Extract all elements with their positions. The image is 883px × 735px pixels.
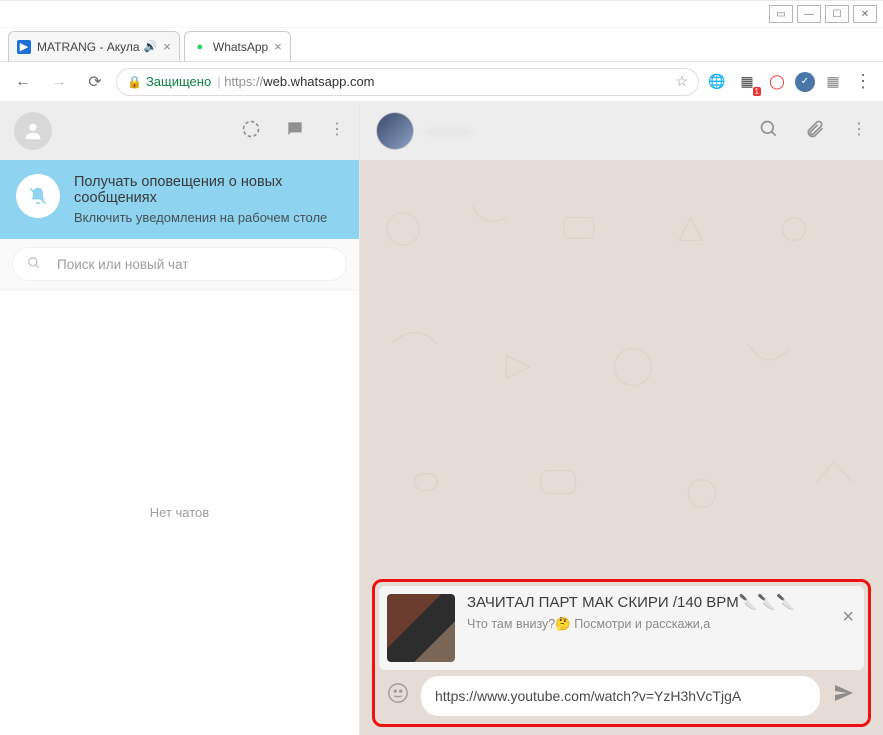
extension-adblock-icon[interactable]: ▦1: [735, 70, 759, 94]
favicon-play-icon: ▶: [17, 40, 31, 54]
emoji-icon[interactable]: [383, 682, 413, 710]
preview-description: Что там внизу?🤔 Посмотри и расскажи,a: [467, 617, 856, 632]
message-input[interactable]: https://www.youtube.com/watch?v=YzH3hVcT…: [421, 676, 820, 716]
url-scheme: https://: [224, 74, 263, 89]
preview-title: ЗАЧИТАЛ ПАРТ МАК СКИРИ /140 BPM🔪🔪🔪: [467, 594, 856, 613]
browser-tab-2[interactable]: ● WhatsApp ×: [184, 31, 291, 61]
preview-thumbnail: [387, 594, 455, 662]
chat-header: ——— ⋮: [360, 102, 883, 160]
secure-label: Защищено: [146, 74, 211, 89]
tab-audio-icon[interactable]: 🔊: [144, 40, 158, 53]
window-close-icon[interactable]: ✕: [853, 5, 877, 23]
notification-banner[interactable]: Получать оповещения о новых сообщениях В…: [0, 160, 359, 239]
search-icon: [27, 256, 41, 273]
browser-toolbar: ← → ⟳ 🔒 Защищено | https://web.whatsapp.…: [0, 62, 883, 102]
link-preview-card: ЗАЧИТАЛ ПАРТ МАК СКИРИ /140 BPM🔪🔪🔪 Что т…: [379, 586, 864, 670]
preview-close-icon[interactable]: ×: [842, 606, 854, 629]
extension-off-icon[interactable]: ▦: [821, 70, 845, 94]
browser-tab-1[interactable]: ▶ MATRANG - Акула 🔊 ×: [8, 31, 180, 61]
sidebar-menu-icon[interactable]: ⋮: [329, 119, 345, 144]
chat-avatar[interactable]: [376, 112, 414, 150]
extension-vk-icon[interactable]: ✓: [795, 72, 815, 92]
address-bar[interactable]: 🔒 Защищено | https://web.whatsapp.com ☆: [116, 68, 699, 96]
url-host: web.whatsapp.com: [263, 74, 374, 89]
sidebar-header: ⋮: [0, 102, 359, 160]
tab-close-icon[interactable]: ×: [163, 39, 171, 54]
bell-off-icon: [16, 174, 60, 218]
tab-title: WhatsApp: [213, 40, 268, 54]
status-icon[interactable]: [241, 119, 261, 144]
window-minimize-icon[interactable]: —: [797, 5, 821, 23]
bookmark-star-icon[interactable]: ☆: [675, 73, 688, 90]
chat-menu-icon[interactable]: ⋮: [851, 119, 867, 144]
composer-highlight: ЗАЧИТАЛ ПАРТ МАК СКИРИ /140 BPM🔪🔪🔪 Что т…: [372, 579, 871, 727]
browser-tabstrip: ▶ MATRANG - Акула 🔊 × ● WhatsApp ×: [0, 28, 883, 62]
window-titlebar: ▭ — ☐ ✕: [0, 0, 883, 28]
attach-icon[interactable]: [805, 119, 825, 144]
messages-area: ЗАЧИТАЛ ПАРТ МАК СКИРИ /140 BPM🔪🔪🔪 Что т…: [360, 160, 883, 735]
tab-title: MATRANG - Акула: [37, 40, 140, 54]
search-placeholder: Поиск или новый чат: [57, 257, 188, 272]
chat-list-empty: Нет чатов: [0, 290, 359, 735]
new-chat-icon[interactable]: [285, 119, 305, 144]
nav-forward-button[interactable]: →: [44, 67, 74, 97]
chat-contact-name[interactable]: ———: [426, 123, 471, 140]
lock-icon: 🔒: [127, 75, 142, 89]
window-popup-icon[interactable]: ▭: [769, 5, 793, 23]
extension-yandex-icon[interactable]: ◯: [765, 70, 789, 94]
window-maximize-icon[interactable]: ☐: [825, 5, 849, 23]
notification-title: Получать оповещения о новых сообщениях: [74, 174, 343, 206]
sidebar: ⋮ Получать оповещения о новых сообщениях…: [0, 102, 360, 735]
nav-reload-button[interactable]: ⟳: [80, 67, 110, 97]
notification-subtitle: Включить уведомления на рабочем столе: [74, 210, 343, 225]
extension-globe-icon[interactable]: 🌐: [705, 70, 729, 94]
own-avatar[interactable]: [14, 112, 52, 150]
search-input[interactable]: Поиск или новый чат: [12, 247, 347, 281]
chat-panel: ——— ⋮: [360, 102, 883, 735]
nav-back-button[interactable]: ←: [8, 67, 38, 97]
tab-close-icon[interactable]: ×: [274, 39, 282, 54]
send-icon[interactable]: [828, 681, 860, 711]
favicon-whatsapp-icon: ●: [193, 40, 207, 54]
browser-menu-icon[interactable]: ⋮: [851, 71, 875, 92]
chat-search-icon[interactable]: [759, 119, 779, 144]
